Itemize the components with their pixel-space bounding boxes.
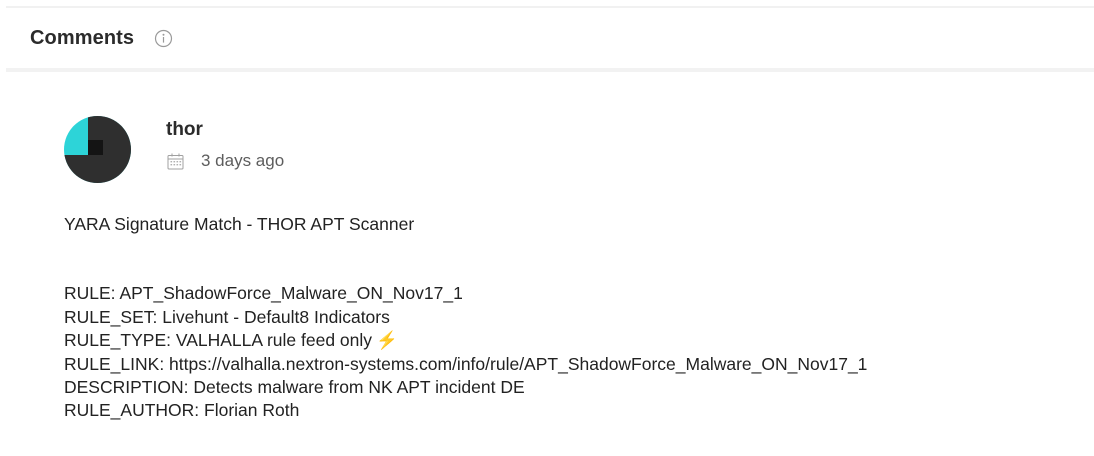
info-icon[interactable] [154,29,173,48]
avatar[interactable] [64,116,131,183]
comment-line-rule: RULE: APT_ShadowForce_Malware_ON_Nov17_1 [64,283,463,304]
comment-line-rule-set: RULE_SET: Livehunt - Default8 Indicators [64,306,390,327]
comment-heading: YARA Signature Match - THOR APT Scanner [64,214,415,234]
author-name[interactable]: thor [166,120,284,140]
rule-type-text: RULE_TYPE: VALHALLA rule feed only [64,330,373,351]
section-title: Comments [30,26,135,49]
comment-item: thor 3 days ago YARA Signature Match - T… [64,112,1084,423]
comment-line-description: DESCRIPTION: Detects malware from NK APT… [64,377,525,398]
lightning-icon: ⚡ [376,330,398,351]
comment-line-rule-link: RULE_LINK: https://valhalla.nextron-syst… [64,353,868,374]
calendar-icon [166,152,185,171]
comment-date: 3 days ago [201,151,285,170]
comment-body: YARA Signature Match - THOR APT Scanner … [64,213,1084,423]
comment-line-rule-author: RULE_AUTHOR: Florian Roth [64,400,300,421]
comment-line-rule-type: RULE_TYPE: VALHALLA rule feed only ⚡ [64,329,1084,352]
comments-header: Comments [6,8,1094,72]
